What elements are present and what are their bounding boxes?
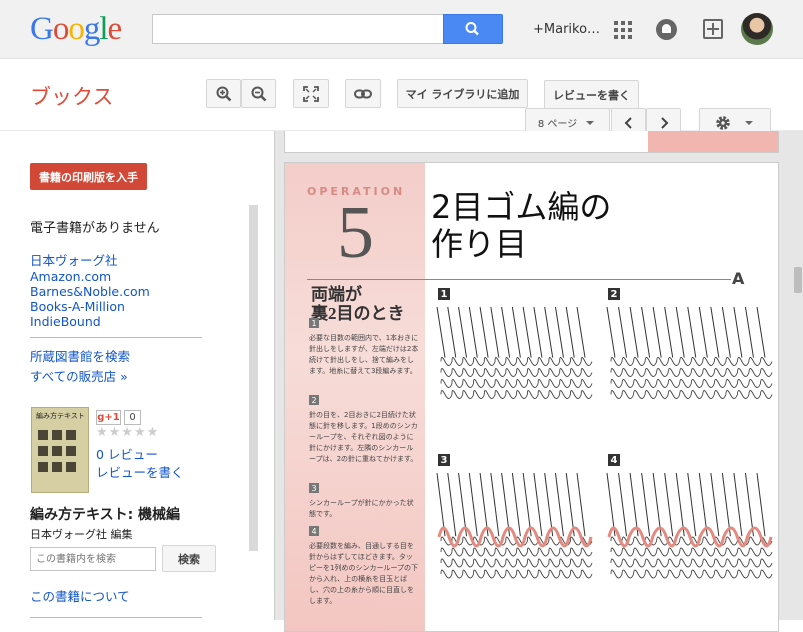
viewer-scrollbar[interactable] (794, 267, 802, 293)
page-select-label: 8 ページ (537, 119, 578, 130)
seller-link[interactable]: Barnes&Noble.com (30, 284, 150, 299)
zoom-in-button[interactable] (206, 79, 241, 108)
step-number: 2 (309, 395, 319, 405)
search-input[interactable] (152, 14, 444, 44)
step-text: 針の目を、2目おきに2目続けた状態に針を移します。1段めのシンカーループを、それ… (309, 411, 418, 463)
link-button[interactable] (345, 79, 381, 108)
previous-page-preview (284, 131, 779, 153)
add-to-library-button[interactable]: マイ ライブラリに追加 (397, 79, 528, 108)
gplus-count: 0 (124, 410, 141, 425)
page-title-line: 2目ゴム編の (431, 188, 612, 226)
step-number: 4 (309, 526, 319, 536)
app-title[interactable]: ブックス (30, 81, 113, 111)
book-author: 日本ヴォーグ社 編集 (30, 528, 133, 541)
page-title: 2目ゴム編の 作り目 (431, 189, 611, 263)
google-logo[interactable]: Google (30, 11, 123, 48)
search-icon (465, 22, 479, 36)
chevron-down-icon (586, 120, 595, 125)
book-viewer[interactable]: OPERATION 5 2目ゴム編の 作り目 A 両端が 裏2目のとき 1 必要… (274, 131, 803, 632)
step-text: シンカーループが針にかかった状態です。 (309, 499, 414, 518)
step-text: 必要段数を編み、目通しする目を針からはずしてほどきます。タッピーを1列めのシンカ… (309, 542, 419, 605)
divider (30, 617, 202, 618)
figure-number: 2 (608, 288, 620, 300)
section-title-line: 裏2目のとき (311, 304, 405, 323)
rating-stars: ★★★★★ (96, 425, 160, 440)
section-title-line: 両端が (311, 285, 362, 304)
library-search-link[interactable]: 所蔵図書館を検索 (30, 346, 130, 365)
divider (30, 337, 202, 338)
section-title: 両端が 裏2目のとき (311, 285, 405, 323)
in-book-search-button[interactable]: 検索 (162, 545, 216, 572)
fullscreen-icon (303, 85, 319, 102)
step-number: 3 (309, 483, 319, 493)
logo-letter: g (83, 11, 100, 47)
sidebar-scrollbar[interactable] (249, 205, 258, 551)
seller-link[interactable]: IndieBound (30, 314, 101, 329)
app-bar: ブックス マイ ライブラリに追加 レビューを書く 8 ページ (0, 59, 803, 137)
knitting-diagram-2 (606, 306, 773, 399)
about-book-link[interactable]: この書籍について (30, 586, 130, 605)
gear-icon (716, 115, 730, 130)
share-icon[interactable] (703, 19, 723, 39)
marker-label: A (732, 269, 745, 288)
book-page: OPERATION 5 2目ゴム編の 作り目 A 両端が 裏2目のとき 1 必要… (284, 162, 779, 632)
knitting-diagram-4 (606, 472, 773, 579)
logo-letter: o (68, 11, 84, 47)
book-sidebar: 書籍の印刷版を入手 電子書籍がありません 日本ヴォーグ社 Amazon.com … (0, 131, 262, 620)
chevron-right-icon (660, 116, 668, 129)
seller-link[interactable]: Amazon.com (30, 269, 111, 284)
zoom-in-icon (216, 86, 231, 101)
book-cover[interactable]: 編み方テキスト (31, 407, 89, 493)
figure-number: 1 (438, 288, 450, 300)
logo-letter: G (30, 11, 54, 47)
step-text: 必要な目数の範囲内で、1本おきに針出しをしますが、左端だけは2本続けて針出しをし… (309, 334, 419, 375)
chevron-left-icon (624, 116, 632, 129)
write-review-button[interactable]: レビューを書く (544, 80, 639, 109)
step-number: 1 (309, 318, 319, 328)
all-sellers-link[interactable]: すべての販売店 » (30, 366, 128, 385)
knitting-diagram-1 (436, 306, 593, 399)
divider (307, 279, 731, 280)
fullscreen-button[interactable] (293, 79, 329, 108)
in-book-search-input[interactable] (30, 547, 156, 571)
chevron-down-icon (745, 120, 753, 125)
knitting-diagram-3 (436, 472, 593, 579)
zoom-out-button[interactable] (241, 79, 276, 108)
figure-number: 3 (438, 454, 450, 466)
user-name-link[interactable]: +Mariko… (533, 22, 600, 37)
buy-print-button[interactable]: 書籍の印刷版を入手 (30, 163, 147, 190)
no-ebook-text: 電子書籍がありません (30, 221, 160, 236)
gplus-button[interactable]: g+1 (96, 410, 121, 425)
logo-letter: l (99, 11, 108, 47)
reviews-link[interactable]: 0 レビュー (96, 444, 158, 463)
search-button[interactable] (443, 14, 503, 44)
top-bar: Google +Mariko… (0, 0, 803, 59)
operation-number: 5 (337, 192, 374, 274)
figure-number: 4 (608, 454, 620, 466)
logo-letter: e (107, 11, 123, 47)
logo-letter: o (52, 11, 69, 47)
link-icon (354, 89, 372, 98)
notifications-icon[interactable] (656, 19, 677, 40)
seller-link[interactable]: 日本ヴォーグ社 (30, 250, 118, 269)
seller-link[interactable]: Books-A-Million (30, 299, 125, 314)
apps-icon[interactable] (614, 21, 632, 39)
avatar[interactable] (741, 13, 773, 45)
page-title-line: 作り目 (431, 225, 528, 263)
book-title: 編み方テキスト: 機械編 (30, 507, 181, 523)
zoom-out-icon (251, 86, 266, 101)
cover-title: 編み方テキスト (36, 412, 85, 420)
write-review-link[interactable]: レビューを書く (96, 462, 184, 481)
